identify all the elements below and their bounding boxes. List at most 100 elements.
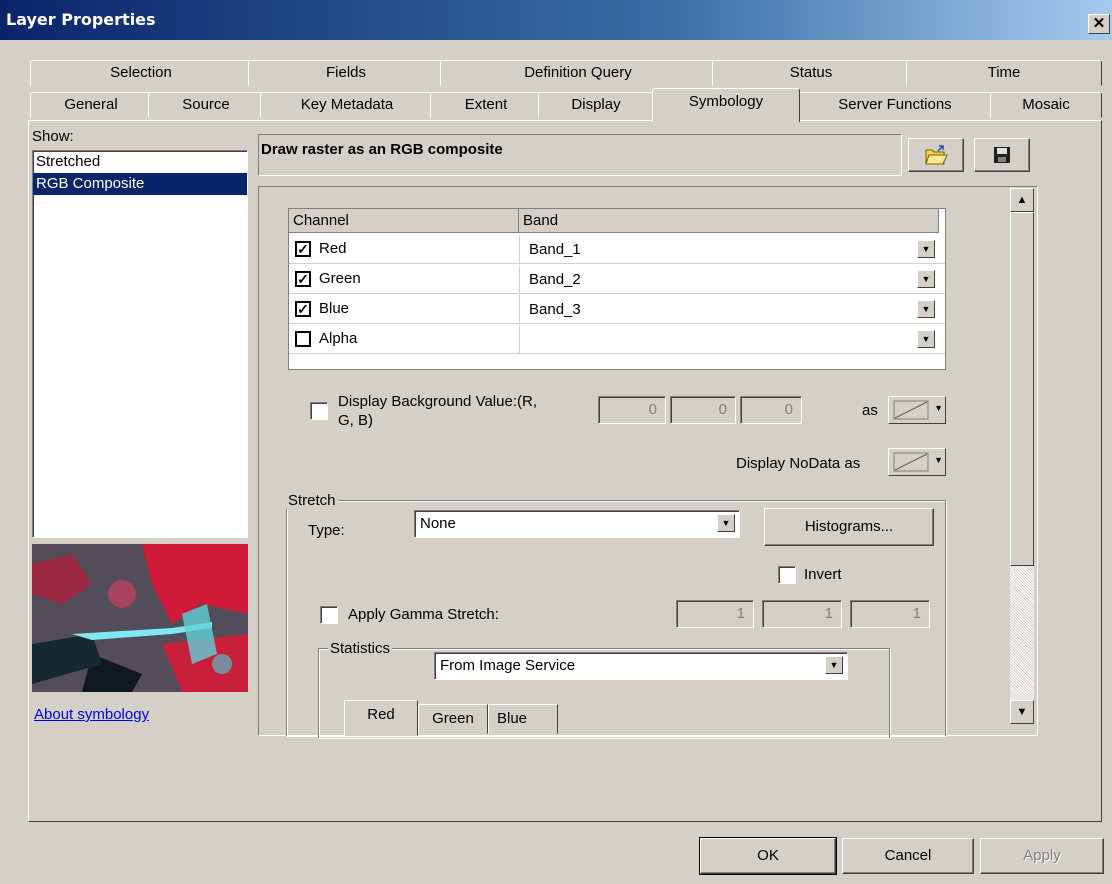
scroll-up-button[interactable]: ▲ — [1010, 188, 1034, 212]
stretch-type-select[interactable]: None ▼ — [414, 510, 740, 538]
list-item-rgb-composite[interactable]: RGB Composite — [33, 173, 247, 195]
tab-label: Time — [987, 64, 1021, 81]
about-symbology-link[interactable]: About symbology — [34, 706, 149, 723]
show-listbox[interactable]: Stretched RGB Composite — [32, 150, 248, 538]
display-background-checkbox[interactable] — [310, 402, 328, 420]
tab-label: General — [64, 96, 118, 113]
stats-tab-blue[interactable]: Blue — [488, 704, 558, 734]
stretch-type-dropdown-button[interactable]: ▼ — [717, 514, 735, 532]
stretch-type-label: Type: — [308, 522, 345, 539]
tab-mosaic[interactable]: Mosaic — [990, 92, 1102, 118]
tab-general[interactable]: General — [30, 92, 152, 118]
vertical-scrollbar[interactable]: ▲ ▼ — [1010, 188, 1034, 724]
nodata-color-picker[interactable]: ▼ — [888, 448, 946, 476]
background-r-input[interactable]: 0 — [598, 396, 666, 424]
tab-display[interactable]: Display — [538, 92, 654, 118]
channel-checkbox-blue[interactable]: ✓ — [295, 301, 311, 317]
chevron-down-icon: ▼ — [829, 660, 839, 670]
statistics-dropdown-button[interactable]: ▼ — [825, 656, 843, 674]
folder-open-icon — [925, 145, 948, 165]
stats-tab-green[interactable]: Green — [418, 704, 488, 734]
tab-label: Symbology — [688, 93, 764, 110]
button-label: Histograms... — [804, 518, 894, 535]
scroll-track[interactable] — [1010, 566, 1034, 694]
tab-label: Blue — [497, 710, 528, 727]
tab-label: Extent — [464, 96, 508, 113]
scroll-down-button[interactable]: ▼ — [1010, 700, 1034, 724]
tab-source[interactable]: Source — [148, 92, 264, 118]
gamma-g-input[interactable]: 1 — [762, 600, 842, 628]
background-g-input[interactable]: 0 — [670, 396, 736, 424]
band-value: Band_2 — [529, 271, 581, 288]
button-label: Cancel — [884, 847, 932, 864]
close-icon: ✕ — [1092, 15, 1106, 32]
chevron-down-icon: ▼ — [921, 274, 931, 284]
column-header-band[interactable]: Band — [519, 209, 939, 233]
tab-definition-query[interactable]: Definition Query — [440, 60, 716, 86]
show-label: Show: — [32, 128, 74, 145]
renderer-title: Draw raster as an RGB composite — [261, 141, 503, 158]
background-b-input[interactable]: 0 — [740, 396, 802, 424]
band-dropdown-button[interactable]: ▼ — [917, 300, 935, 318]
gamma-b-input[interactable]: 1 — [850, 600, 930, 628]
statistics-group-title: Statistics — [328, 640, 393, 657]
gamma-r-input[interactable]: 1 — [676, 600, 754, 628]
close-button[interactable]: ✕ — [1088, 14, 1110, 34]
tab-status[interactable]: Status — [712, 60, 910, 86]
tab-label: Green — [432, 710, 474, 727]
tab-label: Definition Query — [524, 64, 632, 81]
band-dropdown-button[interactable]: ▼ — [917, 330, 935, 348]
band-dropdown-button[interactable]: ▼ — [917, 270, 935, 288]
band-dropdown-button[interactable]: ▼ — [917, 240, 935, 258]
histograms-button[interactable]: Histograms... — [764, 508, 934, 546]
tab-server-functions[interactable]: Server Functions — [798, 92, 992, 118]
no-color-swatch-icon — [893, 400, 929, 420]
window-title: Layer Properties — [6, 10, 156, 29]
open-layer-file-button[interactable] — [908, 138, 964, 172]
channel-checkbox-green[interactable]: ✓ — [295, 271, 311, 287]
invert-checkbox[interactable] — [778, 566, 796, 584]
background-as-label: as — [862, 402, 878, 419]
table-row: ✓ Green Band_2 ▼ — [289, 265, 945, 294]
tab-label: Key Metadata — [300, 96, 394, 113]
channel-checkbox-red[interactable]: ✓ — [295, 241, 311, 257]
list-item-stretched[interactable]: Stretched — [33, 151, 247, 173]
tab-label: Mosaic — [1022, 96, 1070, 113]
channel-checkbox-alpha[interactable] — [295, 331, 311, 347]
statistics-source-value: From Image Service — [440, 657, 576, 674]
save-layer-file-button[interactable] — [974, 138, 1030, 172]
invert-label: Invert — [804, 566, 842, 583]
stats-tab-red[interactable]: Red — [344, 700, 418, 736]
tab-time[interactable]: Time — [906, 60, 1102, 86]
tab-key-metadata[interactable]: Key Metadata — [260, 92, 434, 118]
tab-label: Server Functions — [838, 96, 952, 113]
channel-band-grid: Channel Band ✓ Red Band_1 ▼ ✓ Green Band… — [288, 208, 946, 370]
tab-label: Display — [571, 96, 621, 113]
tab-selection[interactable]: Selection — [30, 60, 252, 86]
channel-name: Green — [319, 270, 361, 287]
band-value: Band_3 — [529, 301, 581, 318]
scroll-thumb[interactable] — [1010, 212, 1034, 566]
chevron-down-icon: ▼ — [921, 304, 931, 314]
nodata-label: Display NoData as — [736, 455, 861, 472]
apply-gamma-label: Apply Gamma Stretch: — [348, 606, 499, 623]
stretch-type-value: None — [420, 515, 456, 532]
table-row: ✓ Red Band_1 ▼ — [289, 235, 945, 264]
title-bar: Layer Properties ✕ — [0, 0, 1112, 40]
tab-extent[interactable]: Extent — [430, 92, 542, 118]
tab-fields[interactable]: Fields — [248, 60, 444, 86]
chevron-down-icon: ▼ — [934, 455, 943, 465]
statistics-source-select[interactable]: From Image Service ▼ — [434, 652, 848, 680]
table-row: ✓ Blue Band_3 ▼ — [289, 295, 945, 324]
band-value: Band_1 — [529, 241, 581, 258]
tab-label: Selection — [110, 64, 172, 81]
apply-gamma-checkbox[interactable] — [320, 606, 338, 624]
raster-preview-thumbnail — [32, 544, 248, 692]
background-color-picker[interactable]: ▼ — [888, 396, 946, 424]
cancel-button[interactable]: Cancel — [842, 838, 974, 874]
apply-button[interactable]: Apply — [980, 838, 1104, 874]
column-header-channel[interactable]: Channel — [289, 209, 519, 233]
ok-button[interactable]: OK — [699, 837, 837, 875]
tab-symbology[interactable]: Symbology — [652, 88, 800, 122]
floppy-disk-icon — [994, 147, 1010, 163]
